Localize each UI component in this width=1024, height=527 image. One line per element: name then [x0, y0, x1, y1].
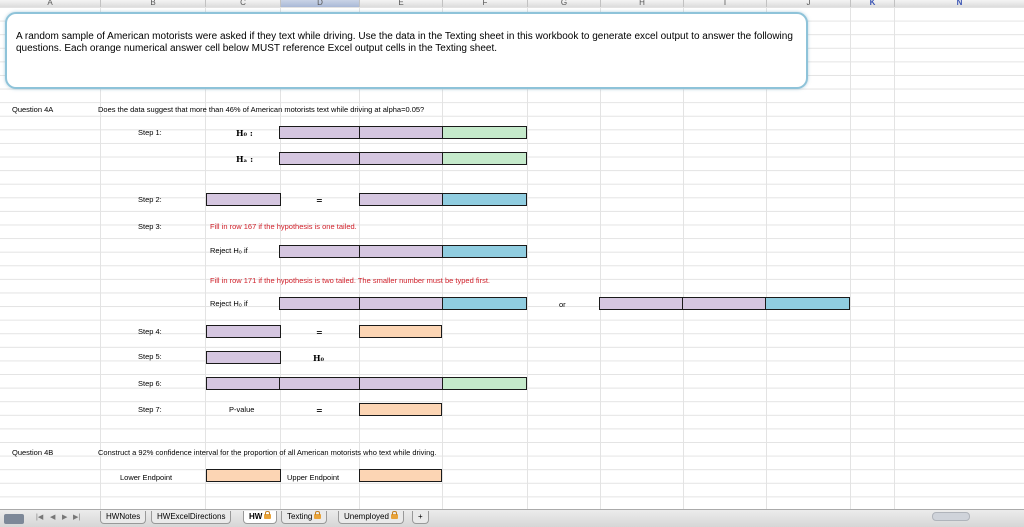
column-header-n[interactable]: N [895, 0, 1024, 7]
instructions-text: A random sample of American motorists we… [16, 31, 793, 54]
step4-stat-cell[interactable] [206, 325, 281, 338]
question-4a-label: Question 4A [12, 105, 54, 114]
column-header-e[interactable]: E [360, 0, 443, 7]
null-hypothesis-symbol: H₀ : [236, 128, 253, 138]
column-header-h[interactable]: H [601, 0, 684, 7]
pvalue-label: P-value [229, 405, 255, 414]
two-tail-stat-cell-2[interactable] [599, 297, 684, 310]
column-header-k[interactable]: K [851, 0, 895, 7]
column-header-j[interactable]: J [767, 0, 851, 7]
horizontal-scrollbar-thumb[interactable] [932, 512, 970, 521]
h0-parameter-cell[interactable] [279, 126, 361, 139]
reject-label-two-tailed: Reject H₀ if [210, 299, 248, 308]
lock-icon [390, 511, 398, 520]
column-header-f[interactable]: F [443, 0, 528, 7]
tab-hw[interactable]: HW [243, 511, 278, 524]
step4-label: Step 4: [138, 327, 162, 336]
or-label: or [559, 300, 566, 309]
step4-answer-cell[interactable] [359, 325, 442, 338]
tab-texting[interactable]: Texting [281, 511, 328, 524]
two-tail-critical-cell-2[interactable] [765, 297, 850, 310]
step6-cell-4[interactable] [442, 377, 527, 390]
plus-icon: + [418, 512, 423, 521]
tab-hwexceldirections[interactable]: HWExcelDirections [151, 511, 232, 524]
upper-endpoint-label: Upper Endpoint [287, 473, 340, 482]
step5-label: Step 5: [138, 352, 162, 361]
tab-label: HWExcelDirections [157, 512, 226, 521]
one-tailed-note: Fill in row 167 if the hypothesis is one… [210, 222, 357, 231]
step2-value-cell[interactable] [442, 193, 527, 206]
add-sheet-button[interactable]: + [412, 511, 429, 524]
step2-symbol-cell[interactable] [206, 193, 281, 206]
step7-equals: = [316, 405, 323, 415]
tab-hwnotes[interactable]: HWNotes [100, 511, 147, 524]
next-sheet-nav-icon[interactable]: ▶ [62, 513, 67, 521]
grid-line [894, 7, 895, 509]
lower-endpoint-label: Lower Endpoint [120, 473, 173, 482]
h0-value-cell[interactable] [442, 126, 527, 139]
step6-cell-3[interactable] [359, 377, 444, 390]
h0-operator-cell[interactable] [359, 126, 444, 139]
step2-name-cell[interactable] [359, 193, 444, 206]
tab-label: HW [249, 512, 263, 521]
last-sheet-nav-icon[interactable]: ▶| [73, 513, 80, 521]
reject-label-one-tailed: Reject H₀ if [210, 246, 248, 255]
question-4a-text: Does the data suggest that more than 46%… [98, 105, 425, 114]
lower-endpoint-cell[interactable] [206, 469, 281, 482]
question-4b-label: Question 4B [12, 448, 54, 457]
two-tailed-note: Fill in row 171 if the hypothesis is two… [210, 276, 490, 285]
question-4b-text: Construct a 92% confidence interval for … [98, 448, 437, 457]
prev-sheet-nav-icon[interactable]: ◀ [50, 513, 55, 521]
two-tail-stat-cell[interactable] [279, 297, 361, 310]
pvalue-answer-cell[interactable] [359, 403, 442, 416]
step7-label: Step 7: [138, 405, 162, 414]
grid-line [850, 7, 851, 509]
step1-label: Step 1: [138, 128, 162, 137]
tab-label: Unemployed [344, 512, 389, 521]
ha-value-cell[interactable] [442, 152, 527, 165]
step6-cell-1[interactable] [206, 377, 281, 390]
column-header-a[interactable]: A [0, 0, 101, 7]
column-header-c[interactable]: C [206, 0, 281, 7]
ha-parameter-cell[interactable] [279, 152, 361, 165]
reject-critical-cell[interactable] [442, 245, 527, 258]
step6-cell-2[interactable] [279, 377, 361, 390]
step6-label: Step 6: [138, 379, 162, 388]
column-header-d[interactable]: D [281, 0, 360, 7]
tab-label: HWNotes [106, 512, 141, 521]
tab-unemployed[interactable]: Unemployed [338, 511, 404, 524]
sheet-tab-bar: |◀ ◀ ▶ ▶| HWNotes HWExcelDirections HW T… [0, 509, 1024, 527]
instructions-textbox[interactable]: A random sample of American motorists we… [5, 12, 808, 89]
step5-h0-symbol: H₀ [313, 353, 325, 363]
ha-operator-cell[interactable] [359, 152, 444, 165]
reject-operator-cell[interactable] [359, 245, 444, 258]
two-tail-operator-cell[interactable] [359, 297, 444, 310]
first-sheet-nav-icon[interactable]: |◀ [36, 513, 43, 521]
alt-hypothesis-symbol: Hₐ : [236, 154, 254, 164]
lock-icon [264, 511, 272, 520]
column-header-b[interactable]: B [101, 0, 206, 7]
two-tail-critical-cell-1[interactable] [442, 297, 527, 310]
step5-decision-cell[interactable] [206, 351, 281, 364]
column-header-i[interactable]: I [684, 0, 767, 7]
reject-stat-cell[interactable] [279, 245, 361, 258]
tab-label: Texting [287, 512, 313, 521]
step2-equals: = [316, 195, 323, 205]
upper-endpoint-cell[interactable] [359, 469, 442, 482]
step4-equals: = [316, 327, 323, 337]
lock-icon [314, 511, 322, 520]
step2-label: Step 2: [138, 195, 162, 204]
view-mode-icon[interactable] [4, 514, 24, 524]
step3-label: Step 3: [138, 222, 162, 231]
column-header-g[interactable]: G [528, 0, 601, 7]
two-tail-operator-cell-2[interactable] [682, 297, 767, 310]
